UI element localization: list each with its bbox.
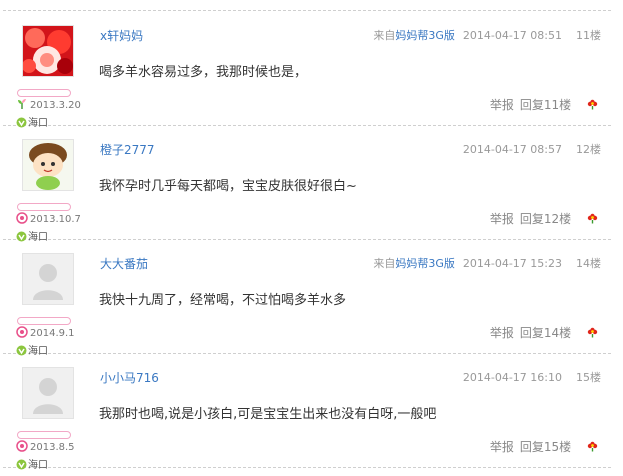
username-link[interactable]: 橙子2777	[100, 141, 155, 158]
floor-number: 14楼	[576, 257, 601, 270]
post-time: 2014-04-17 16:10	[462, 371, 562, 384]
post-time: 2014-04-17 08:51	[462, 29, 562, 42]
user-avatar[interactable]	[22, 367, 74, 419]
post-content: 喝多羊水容易过多，我那时候也是，	[99, 65, 308, 80]
location: 海口	[16, 456, 48, 471]
post-content: 我那时也喝,说是小孩白,可是宝宝生出来也没有白呀,一般吧	[99, 407, 437, 422]
source-prefix: 来自	[373, 29, 396, 42]
location-text: 海口	[28, 460, 48, 471]
post-meta: 2014-04-17 16:10 15楼	[463, 369, 601, 385]
user-avatar[interactable]	[22, 139, 74, 191]
level-bar	[17, 203, 71, 211]
post-time: 2014-04-17 15:23	[462, 257, 562, 270]
user-avatar[interactable]	[22, 253, 74, 305]
post-actions: 举报 回复12楼	[484, 210, 598, 227]
reply-link[interactable]: 回复11楼	[520, 98, 571, 112]
floor-number: 11楼	[576, 29, 601, 42]
report-link[interactable]: 举报	[490, 440, 514, 454]
post-content: 我快十九周了，经常喝，不过怕喝多羊水多	[99, 293, 347, 308]
flower-icon[interactable]	[587, 213, 598, 224]
post-actions: 举报 回复15楼	[484, 438, 598, 455]
source-link[interactable]: 妈妈帮3G版	[395, 257, 455, 270]
username-link[interactable]: x轩妈妈	[100, 27, 143, 44]
location-icon	[16, 459, 27, 470]
red-flowers-avatar-icon	[23, 26, 73, 76]
register-date-text: 2013.3.20	[30, 100, 81, 111]
post-meta: 来自妈妈帮3G版 2014-04-17 15:23 14楼	[373, 255, 601, 271]
reply-link[interactable]: 回复14楼	[520, 326, 571, 340]
reply-post: 2013.8.5 海口 小小马716 2014-04-17 16:10 15楼 我…	[3, 353, 611, 471]
post-meta: 2014-04-17 08:57 12楼	[463, 141, 601, 157]
default-avatar-icon	[23, 368, 73, 418]
report-link[interactable]: 举报	[490, 212, 514, 226]
register-date: 2013.10.7	[16, 212, 81, 225]
growth-icon	[18, 99, 26, 109]
default-avatar-icon	[23, 254, 73, 304]
floor-number: 15楼	[576, 371, 601, 384]
report-link[interactable]: 举报	[490, 98, 514, 112]
level-badge-icon	[16, 440, 28, 452]
register-date-text: 2013.8.5	[30, 442, 75, 453]
register-date: 2014.9.1	[16, 326, 75, 339]
reply-post: 2014.9.1 海口 大大番茄 来自妈妈帮3G版 2014-04-17 15:2…	[3, 239, 611, 357]
source-link[interactable]: 妈妈帮3G版	[395, 29, 455, 42]
username-link[interactable]: 大大番茄	[100, 255, 148, 272]
flower-icon[interactable]	[587, 99, 598, 110]
post-content: 我怀孕时几乎每天都喝，宝宝皮肤很好很白~	[99, 179, 357, 194]
post-actions: 举报 回复11楼	[484, 96, 598, 113]
cartoon-avatar-icon	[23, 140, 73, 190]
report-link[interactable]: 举报	[490, 326, 514, 340]
level-bar	[17, 89, 71, 97]
user-avatar[interactable]	[22, 25, 74, 77]
register-date-text: 2014.9.1	[30, 328, 75, 339]
post-meta: 来自妈妈帮3G版 2014-04-17 08:51 11楼	[373, 27, 601, 43]
level-bar	[17, 431, 71, 439]
reply-link[interactable]: 回复12楼	[520, 212, 571, 226]
reply-post: 2013.3.20 海口 x轩妈妈 来自妈妈帮3G版 2014-04-17 08:…	[3, 11, 611, 129]
reply-post: 2013.10.7 海口 橙子2777 2014-04-17 08:57 12楼 …	[3, 125, 611, 243]
register-date: 2013.3.20	[16, 98, 81, 111]
flower-icon[interactable]	[587, 327, 598, 338]
level-bar	[17, 317, 71, 325]
source-prefix: 来自	[373, 257, 396, 270]
post-time: 2014-04-17 08:57	[462, 143, 562, 156]
level-badge-icon	[16, 326, 28, 338]
reply-link[interactable]: 回复15楼	[520, 440, 571, 454]
floor-number: 12楼	[576, 143, 601, 156]
register-date-text: 2013.10.7	[30, 214, 81, 225]
register-date: 2013.8.5	[16, 440, 75, 453]
level-badge-icon	[16, 212, 28, 224]
post-actions: 举报 回复14楼	[484, 324, 598, 341]
username-link[interactable]: 小小马716	[100, 369, 159, 386]
flower-icon[interactable]	[587, 441, 598, 452]
